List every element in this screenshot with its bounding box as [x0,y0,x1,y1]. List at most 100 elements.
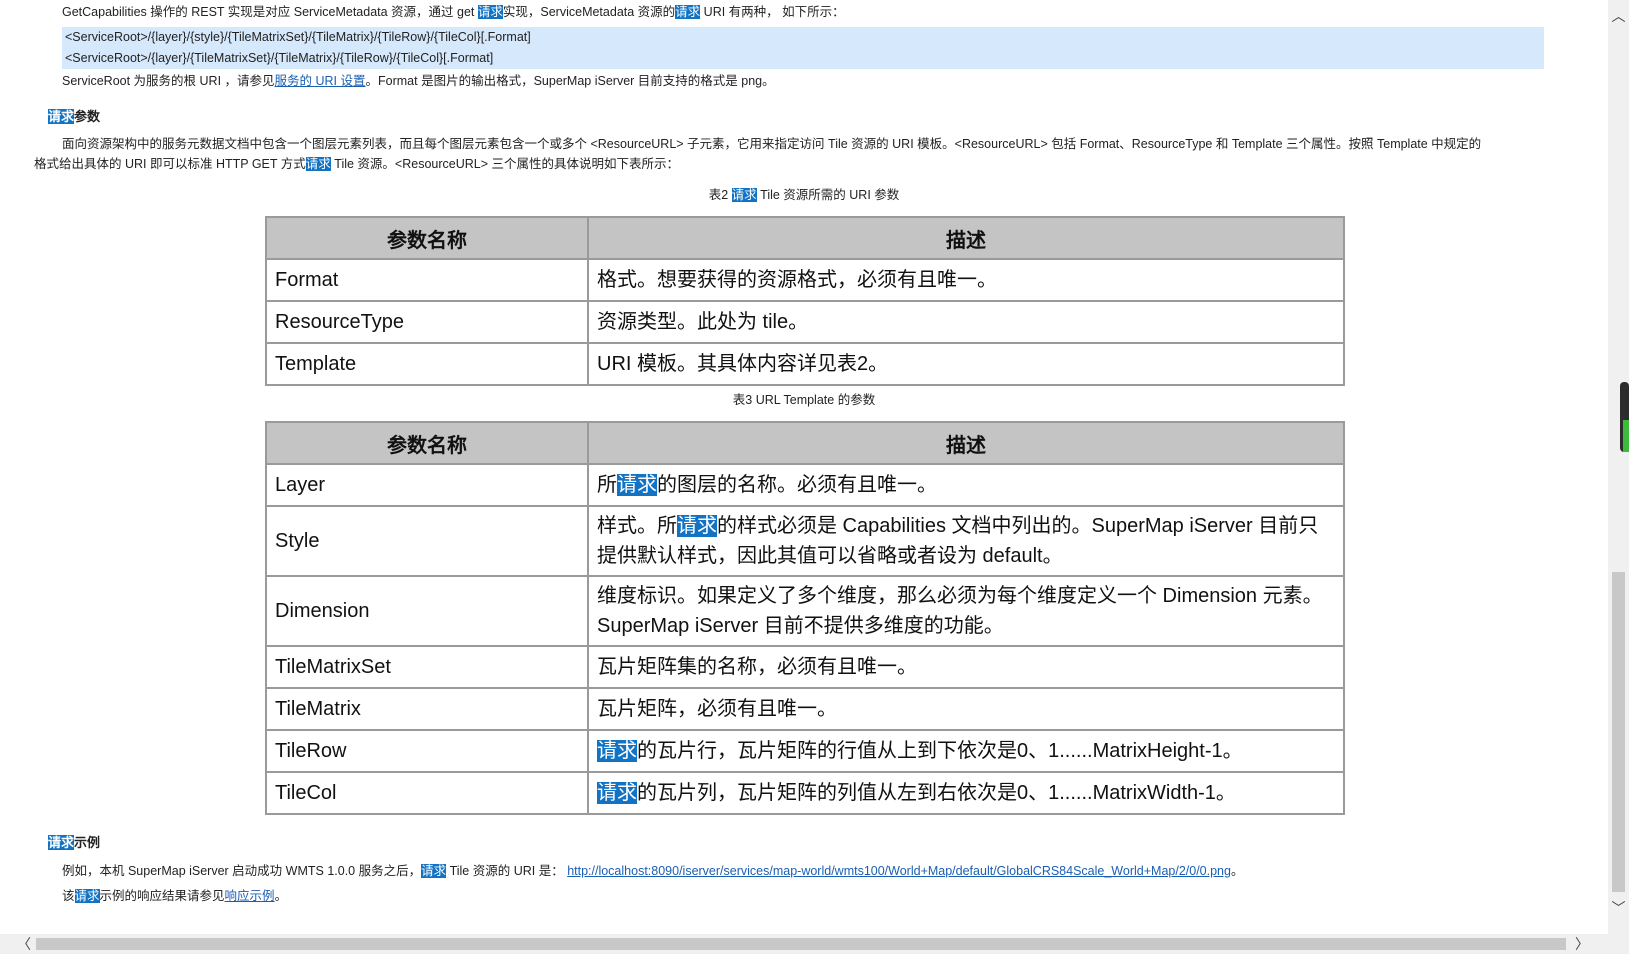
example-text: 示例的响应结果请参见 [99,889,225,903]
table-row: Format 格式。想要获得的资源格式，必须有且唯一。 [265,258,1345,302]
table3-caption: 表3 URL Template 的参数 [732,393,876,407]
scroll-left-icon[interactable]: 〈 [14,934,34,954]
param-description: 格式。想要获得的资源格式，必须有且唯一。 [587,258,1345,302]
desc-text: 维度标识。如果定义了多个维度，那么必须为每个维度定义一个 Dimension 元… [597,585,1323,637]
param-name: Template [265,342,589,386]
param-name: TileMatrixSet [265,645,589,689]
caption-text: 表2 [708,188,732,202]
desc-text: 瓦片矩阵集的名称，必须有且唯一。 [597,656,917,678]
search-highlight: 请求 [74,889,100,903]
column-header-name: 参数名称 [265,421,589,465]
param-description: URI 模板。其具体内容详见表2。 [587,342,1345,386]
heading-text: 参数 [74,109,101,124]
intro-paragraph: GetCapabilities 操作的 REST 实现是对应 ServiceMe… [62,3,845,21]
desc-text: 所 [597,474,617,496]
code-line: <ServiceRoot>/{layer}/{TileMatrixSet}/{T… [65,51,494,65]
search-highlight: 请求 [48,109,75,124]
uri-params-table: 参数名称 描述 Format 格式。想要获得的资源格式，必须有且唯一。 Reso… [265,216,1345,386]
paragraph-text: Tile 资源。<ResourceURL> 三个属性的具体说明如下表所示： [330,157,679,171]
table-row: Style 样式。所请求的样式必须是 Capabilities 文档中列出的。S… [265,505,1345,577]
param-name: TileRow [265,729,589,773]
desc-text: 的瓦片行，瓦片矩阵的行值从上到下依次是0、1......MatrixHeight… [637,740,1243,762]
response-example-paragraph: 该请求示例的响应结果请参见响应示例。 [62,887,287,905]
table-row: TileMatrixSet 瓦片矩阵集的名称，必须有且唯一。 [265,645,1345,689]
search-highlight: 请求 [677,515,717,537]
url-template-params-table: 参数名称 描述 Layer 所请求的图层的名称。必须有且唯一。 Style 样式… [265,421,1345,815]
desc-text: 样式。所 [597,515,677,537]
scroll-up-icon[interactable]: ︿ [1608,4,1629,28]
search-highlight: 请求 [597,782,637,804]
search-result-marker [1623,420,1629,452]
column-header-description: 描述 [587,216,1345,260]
table-header-row: 参数名称 描述 [265,421,1345,465]
param-description: 请求的瓦片列，瓦片矩阵的列值从左到右依次是0、1......MatrixWidt… [587,771,1345,815]
param-name: Format [265,258,589,302]
table-row: Dimension 维度标识。如果定义了多个维度，那么必须为每个维度定义一个 D… [265,575,1345,647]
horizontal-scroll-thumb[interactable] [36,938,1566,950]
scrollbar-corner [1608,934,1629,954]
search-highlight: 请求 [597,740,637,762]
vertical-scrollbar[interactable]: ︿ ﹀ [1608,0,1629,934]
desc-text: 瓦片矩阵，必须有且唯一。 [597,698,837,720]
param-name: Layer [265,463,589,507]
table2-caption: 表2 请求 Tile 资源所需的 URI 参数 [265,186,1343,204]
param-description: 资源类型。此处为 tile。 [587,300,1345,344]
table-row: TileCol 请求的瓦片列，瓦片矩阵的列值从左到右依次是0、1......Ma… [265,771,1345,815]
example-text: Tile 资源的 URI 是： [446,864,568,878]
paragraph-line-1: 面向资源架构中的服务元数据文档中包含一个图层元素列表，而且每个图层元素包含一个或… [62,137,1482,151]
example-text: 例如，本机 SuperMap iServer 启动成功 WMTS 1.0.0 服… [62,864,422,878]
search-highlight: 请求 [477,5,503,19]
service-root-paragraph: ServiceRoot 为服务的根 URI ，请参见服务的 URI 设置。For… [62,72,775,90]
intro-text-c: URI 有两种， 如下所示： [700,5,845,19]
table-row: Template URI 模板。其具体内容详见表2。 [265,342,1345,386]
search-highlight: 请求 [731,188,757,202]
table-row: ResourceType 资源类型。此处为 tile。 [265,300,1345,344]
intro-text-b: 实现，ServiceMetadata 资源的 [502,5,676,19]
example-paragraph: 例如，本机 SuperMap iServer 启动成功 WMTS 1.0.0 服… [62,862,1243,880]
intro-text-a: GetCapabilities 操作的 REST 实现是对应 ServiceMe… [62,5,478,19]
search-highlight: 请求 [421,864,447,878]
search-highlight: 请求 [675,5,701,19]
service-uri-settings-link[interactable]: 服务的 URI 设置 [275,74,366,88]
table-header-row: 参数名称 描述 [265,216,1345,260]
horizontal-scrollbar[interactable]: 〈 〉 [0,934,1608,954]
param-name: TileMatrix [265,687,589,731]
search-highlight: 请求 [48,835,75,850]
param-description: 样式。所请求的样式必须是 Capabilities 文档中列出的。SuperMa… [587,505,1345,577]
code-block: <ServiceRoot>/{layer}/{style}/{TileMatri… [62,27,1544,69]
table-row: Layer 所请求的图层的名称。必须有且唯一。 [265,463,1345,507]
param-name: Dimension [265,575,589,647]
table-row: TileMatrix 瓦片矩阵，必须有且唯一。 [265,687,1345,731]
resource-url-paragraph: 面向资源架构中的服务元数据文档中包含一个图层元素列表，而且每个图层元素包含一个或… [34,134,1564,174]
search-highlight: 请求 [305,157,331,171]
param-description: 瓦片矩阵集的名称，必须有且唯一。 [587,645,1345,689]
param-description: 请求的瓦片行，瓦片矩阵的行值从上到下依次是0、1......MatrixHeig… [587,729,1345,773]
section-heading-request-example: 请求示例 [48,834,100,852]
desc-text: 的图层的名称。必须有且唯一。 [657,474,937,496]
example-uri-link[interactable]: http://localhost:8090/iserver/services/m… [567,864,1231,878]
scroll-down-icon[interactable]: ﹀ [1608,896,1629,920]
table-row: TileRow 请求的瓦片行，瓦片矩阵的行值从上到下依次是0、1......Ma… [265,729,1345,773]
search-highlight: 请求 [617,474,657,496]
example-text: 。 [1230,864,1244,878]
example-text: 。 [274,889,288,903]
response-example-link[interactable]: 响应示例 [225,889,275,903]
service-root-text-a: ServiceRoot 为服务的根 URI ，请参见 [62,74,275,88]
param-name: Style [265,505,589,577]
paragraph-line-2: 格式给出具体的 URI 即可以标准 HTTP GET 方式请求 Tile 资源。… [34,154,1564,174]
param-description: 维度标识。如果定义了多个维度，那么必须为每个维度定义一个 Dimension 元… [587,575,1345,647]
param-description: 所请求的图层的名称。必须有且唯一。 [587,463,1345,507]
document-view: GetCapabilities 操作的 REST 实现是对应 ServiceMe… [0,0,1608,934]
vertical-scroll-thumb[interactable] [1612,572,1625,892]
scroll-right-icon[interactable]: 〉 [1572,934,1592,954]
example-text: 该 [62,889,75,903]
desc-text: 的瓦片列，瓦片矩阵的列值从左到右依次是0、1......MatrixWidth-… [637,782,1236,804]
param-description: 瓦片矩阵，必须有且唯一。 [587,687,1345,731]
column-header-name: 参数名称 [265,216,589,260]
paragraph-text: 格式给出具体的 URI 即可以标准 HTTP GET 方式 [34,157,306,171]
param-name: TileCol [265,771,589,815]
service-root-text-b: 。Format 是图片的输出格式，SuperMap iServer 目前支持的格… [365,74,775,88]
section-heading-request-params: 请求参数 [48,108,100,126]
heading-text: 示例 [74,835,101,850]
caption-text: Tile 资源所需的 URI 参数 [756,188,900,202]
